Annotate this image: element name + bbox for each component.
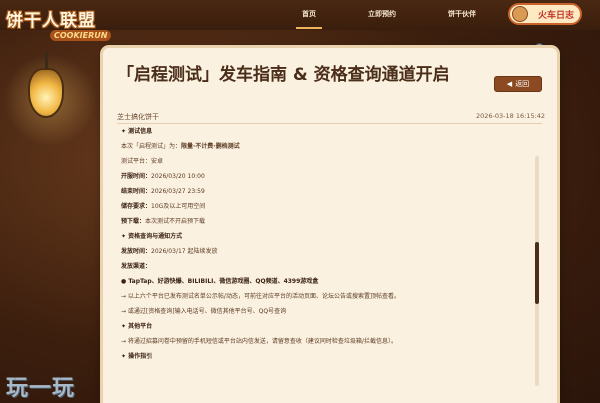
send-time-value: 2026/03/17 起陆续发放 bbox=[151, 248, 218, 255]
back-button[interactable]: ◀ 返回 bbox=[494, 76, 542, 92]
test-type-line: 本次「启程测试」为：限量·不计费·删档测试 bbox=[121, 141, 240, 150]
badge-label: 火车日志 bbox=[537, 10, 574, 21]
section-qualification: ✦ 资格查询与通知方式 bbox=[121, 233, 183, 240]
cookie-avatar-icon bbox=[512, 6, 528, 22]
train-log-badge[interactable]: 火车日志 bbox=[508, 3, 582, 25]
article-title: 「启程测试」发车指南 & 资格查询通道开启 bbox=[117, 65, 450, 85]
test-type-value: 限量·不计费·删档测试 bbox=[181, 143, 240, 150]
section-other-platforms: ✦ 其他平台 bbox=[121, 323, 153, 330]
nav-home[interactable]: 首页 bbox=[302, 9, 316, 19]
end-time-line: 结束时间：2026/03/27 23:59 bbox=[121, 186, 205, 195]
start-time-label: 开服时间： bbox=[121, 173, 152, 180]
start-time-value: 2026/03/20 10:00 bbox=[151, 173, 205, 180]
predownload-line: 预下载：本次测试不开启预下载 bbox=[121, 216, 205, 225]
predownload-label: 预下载： bbox=[121, 218, 146, 225]
channel-list: ● TapTap、好游快爆、BILIBILI、微信游戏圈、QQ频道、4399游戏… bbox=[121, 278, 319, 285]
back-arrow-icon: ◀ bbox=[506, 80, 513, 88]
qualification-query-note[interactable]: → 或通过[资格查询]输入电话号、微信其他平台号、QQ号查询 bbox=[121, 306, 286, 315]
other-platform-note: → 将通过招募问卷中预留的手机短信或平台站内信发送，请留意查收（建议同时检查垃圾… bbox=[121, 338, 397, 345]
test-type-label: 本次「启程测试」为： bbox=[121, 143, 182, 150]
section-test-info: ✦ 测试信息 bbox=[121, 128, 153, 135]
send-time-line: 发放时间：2026/03/17 起陆续发放 bbox=[121, 246, 218, 255]
platform-label: 测试平台： bbox=[121, 158, 152, 165]
end-time-value: 2026/03/27 23:59 bbox=[151, 188, 205, 195]
storage-line: 储存要求：10G及以上可用空间 bbox=[121, 201, 205, 210]
logo-title: 饼干人联盟 bbox=[6, 11, 96, 31]
nav-reserve[interactable]: 立即预约 bbox=[368, 9, 396, 19]
lamp-icon bbox=[28, 68, 64, 118]
article-panel: 「启程测试」发车指南 & 资格查询通道开启 ◀ 返回 芝士搞化饼干 2026-0… bbox=[103, 48, 557, 403]
storage-label: 储存要求： bbox=[121, 203, 152, 210]
back-button-label: 返回 bbox=[515, 80, 530, 88]
article-author: 芝士搞化饼干 bbox=[117, 113, 159, 121]
send-time-label: 发放时间： bbox=[121, 248, 152, 255]
watermark: 玩一玩 bbox=[6, 376, 76, 401]
channel-note-1: → 以上六个平台已发布测试名单公示帖/动态，可前往对应平台的活动页面、论坛公告或… bbox=[121, 293, 400, 300]
article-date: 2026-03-18 16:15:42 bbox=[476, 112, 546, 120]
nav-active-indicator bbox=[296, 27, 322, 29]
platform-value: 安卓 bbox=[151, 158, 164, 165]
channel-label: 发放渠道： bbox=[121, 263, 152, 270]
predownload-value: 本次测试不开启预下载 bbox=[145, 218, 206, 225]
section-guide: ✦ 操作指引 bbox=[121, 353, 153, 360]
nav-partner[interactable]: 饼干伙伴 bbox=[448, 9, 476, 19]
start-time-line: 开服时间：2026/03/20 10:00 bbox=[121, 171, 205, 180]
site-logo[interactable]: 饼干人联盟 COOKIERUN bbox=[6, 6, 112, 58]
platform-line: 测试平台：安卓 bbox=[121, 156, 163, 165]
logo-subtitle: COOKIERUN bbox=[50, 30, 112, 41]
end-time-label: 结束时间： bbox=[121, 188, 152, 195]
scrollbar-thumb[interactable] bbox=[535, 242, 539, 304]
header-divider bbox=[117, 123, 542, 124]
storage-value: 10G及以上可用空间 bbox=[151, 203, 206, 210]
